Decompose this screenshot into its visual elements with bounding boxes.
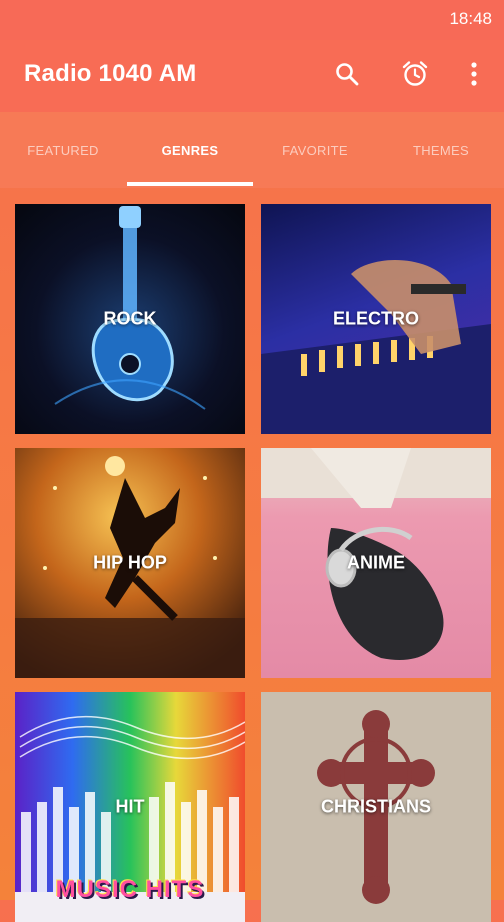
genre-tile-hit[interactable]: HIT MUSIC HITS xyxy=(15,692,245,922)
alarm-clock-icon[interactable] xyxy=(399,58,431,90)
active-tab-indicator xyxy=(127,182,253,186)
genre-label: ANIME xyxy=(347,552,405,573)
tab-genres[interactable]: GENRES xyxy=(127,112,253,188)
tab-favorite[interactable]: FAVORITE xyxy=(252,112,378,188)
more-vert-icon[interactable] xyxy=(458,58,490,90)
genre-label: ROCK xyxy=(103,308,157,329)
genre-tile-christians[interactable]: CHRISTIANS xyxy=(261,692,491,922)
search-icon[interactable] xyxy=(331,58,363,90)
genre-grid: ROCK ELECTRO HIP HOP ANIME HIT MUSIC HIT… xyxy=(0,190,504,922)
tab-themes[interactable]: THEMES xyxy=(378,112,504,188)
genre-label: HIT xyxy=(115,796,145,817)
genre-tile-anime[interactable]: ANIME xyxy=(261,448,491,678)
status-time: 18:48 xyxy=(449,9,492,28)
tab-featured[interactable]: FEATURED xyxy=(0,112,126,188)
status-bar: 18:48 xyxy=(0,0,504,40)
genre-tile-hip-hop[interactable]: HIP HOP xyxy=(15,448,245,678)
app-title: Radio 1040 AM xyxy=(24,60,197,87)
genre-label: ELECTRO xyxy=(332,308,419,329)
genre-label: HIP HOP xyxy=(93,552,167,573)
genre-label: CHRISTIANS xyxy=(320,796,431,817)
tab-bar: FEATURED GENRES FAVORITE THEMES xyxy=(0,112,504,188)
genre-tile-rock[interactable]: ROCK xyxy=(15,204,245,434)
app-bar: Radio 1040 AM xyxy=(0,40,504,112)
genre-tile-electro[interactable]: ELECTRO xyxy=(261,204,491,434)
